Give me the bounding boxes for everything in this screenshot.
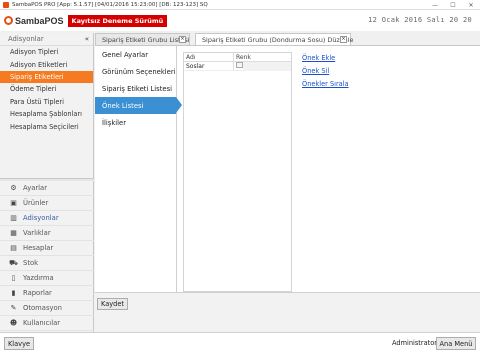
app-icon bbox=[3, 1, 9, 8]
close-window-button[interactable]: ✕ bbox=[462, 0, 480, 10]
subnav-siparis-etiketi-listesi[interactable]: Sipariş Etiketi Listesi bbox=[95, 80, 176, 97]
add-prefix-link[interactable]: Önek Ekle bbox=[302, 54, 349, 62]
cell-name[interactable]: Soslar bbox=[184, 62, 234, 70]
user-icon: ☻ bbox=[9, 319, 18, 327]
column-header-renk[interactable]: Renk bbox=[234, 53, 251, 61]
tab-label: Sipariş Etiketi Grubu (Dondurma Sosu) Dü… bbox=[202, 35, 354, 44]
nav-item-kullanicilar[interactable]: ☻ Kullanıcılar bbox=[0, 316, 94, 331]
nav-label: Stok bbox=[23, 259, 39, 267]
sambapos-logo: SambaPOS bbox=[4, 16, 64, 26]
sidebar-item-hesaplama-sablonlari[interactable]: Hesaplama Şablonları bbox=[0, 108, 93, 120]
color-swatch[interactable] bbox=[236, 62, 243, 68]
sidebar-item-para-ustu-tipleri[interactable]: Para Üstü Tipleri bbox=[0, 96, 93, 108]
document-tabs: Sipariş Etiketi Grubu Listesi × Sipariş … bbox=[95, 33, 480, 45]
current-user: Administrator bbox=[392, 339, 437, 347]
nav-item-adisyonlar[interactable]: ▥ Adisyonlar bbox=[0, 211, 94, 226]
subnav-iliskiler[interactable]: İlişkiler bbox=[95, 114, 176, 131]
nav-item-ayarlar[interactable]: ⚙ Ayarlar bbox=[0, 181, 94, 196]
tab-siparis-etiketi-grubu-duzenle[interactable]: Sipariş Etiketi Grubu (Dondurma Sosu) Dü… bbox=[195, 33, 354, 45]
truck-icon: ⛟ bbox=[9, 258, 18, 267]
books-icon: ▥ bbox=[10, 214, 17, 222]
nav-label: Yazdırma bbox=[23, 274, 54, 282]
nav-item-raporlar[interactable]: ▮ Raporlar bbox=[0, 286, 94, 301]
column-header-adi[interactable]: Adı bbox=[184, 53, 234, 61]
clock: 12 Ocak 2016 Salı 20 20 bbox=[368, 16, 472, 24]
sidebar-item-adisyon-etiketleri[interactable]: Adisyon Etiketleri bbox=[0, 58, 93, 70]
nav-item-stok[interactable]: ⛟ Stok bbox=[0, 256, 94, 271]
tab-siparis-etiketi-grubu-listesi[interactable]: Sipariş Etiketi Grubu Listesi × bbox=[95, 33, 190, 45]
nav-label: Adisyonlar bbox=[23, 214, 59, 222]
prefix-actions: Önek Ekle Önek Sil Önekler Sırala bbox=[302, 54, 349, 93]
subnav-onek-listesi[interactable]: Önek Listesi bbox=[95, 97, 182, 114]
close-icon[interactable]: × bbox=[340, 36, 347, 43]
sidebar-item-adisyon-tipleri[interactable]: Adisyon Tipleri bbox=[0, 46, 93, 58]
sidebar: Adisyonlar « Adisyon Tipleri Adisyon Eti… bbox=[0, 33, 94, 332]
cube-icon: ▣ bbox=[10, 199, 17, 207]
window-title: SambaPOS PRO [App: 5.1.57] [04/01/2016 1… bbox=[12, 1, 208, 8]
nav-label: Hesaplar bbox=[23, 244, 54, 252]
subnav-genel-ayarlar[interactable]: Genel Ayarlar bbox=[95, 46, 176, 63]
calculator-icon: ▤ bbox=[10, 244, 17, 252]
bar-chart-icon: ▮ bbox=[11, 289, 16, 297]
save-button[interactable]: Kaydet bbox=[97, 298, 128, 310]
nav-item-urunler[interactable]: ▣ Ürünler bbox=[0, 196, 94, 211]
grid-header: Adı Renk bbox=[184, 53, 291, 62]
editor-panel: Genel Ayarlar Görünüm Seçenekleri Sipari… bbox=[95, 45, 480, 333]
document-icon: ▯ bbox=[11, 274, 16, 282]
delete-prefix-link[interactable]: Önek Sil bbox=[302, 67, 349, 75]
nav-item-yazdirma[interactable]: ▯ Yazdırma bbox=[0, 271, 94, 286]
main-menu-button[interactable]: Ana Menü bbox=[436, 337, 476, 350]
module-nav: ⚙ Ayarlar ▣ Ürünler ▥ Adisyonlar ▦ Varlıklar… bbox=[0, 181, 94, 331]
sidebar-item-siparis-etiketleri[interactable]: Sipariş Etiketleri bbox=[0, 70, 93, 84]
nav-item-hesaplar[interactable]: ▤ Hesaplar bbox=[0, 241, 94, 256]
window-controls: — ☐ ✕ bbox=[426, 0, 480, 10]
sidebar-header: Adisyonlar « bbox=[0, 33, 93, 46]
logo-mark-icon bbox=[4, 16, 13, 25]
wrench-icon: ✎ bbox=[10, 304, 17, 312]
editor-subnav: Genel Ayarlar Görünüm Seçenekleri Sipari… bbox=[95, 46, 182, 292]
nav-label: Ayarlar bbox=[23, 184, 48, 192]
tab-label: Sipariş Etiketi Grubu Listesi bbox=[102, 35, 190, 44]
nav-item-varliklar[interactable]: ▦ Varlıklar bbox=[0, 226, 94, 241]
maximize-button[interactable]: ☐ bbox=[444, 0, 462, 10]
sort-prefixes-link[interactable]: Önekler Sırala bbox=[302, 80, 349, 88]
nav-label: Otomasyon bbox=[23, 304, 62, 312]
trial-badge: Kayıtsız Deneme Sürümü bbox=[67, 14, 168, 27]
table-row[interactable]: Soslar bbox=[184, 62, 291, 71]
logo-text: SambaPOS bbox=[15, 15, 64, 26]
sidebar-item-hesaplama-secicileri[interactable]: Hesaplama Seçicileri bbox=[0, 120, 93, 132]
app-header: SambaPOS Kayıtsız Deneme Sürümü 12 Ocak … bbox=[0, 10, 480, 31]
subnav-gorunum-secenekleri[interactable]: Görünüm Seçenekleri bbox=[95, 63, 176, 80]
gear-icon: ⚙ bbox=[10, 184, 17, 192]
nav-label: Ürünler bbox=[23, 199, 49, 207]
sidebar-item-odeme-tipleri[interactable]: Ödeme Tipleri bbox=[0, 83, 93, 95]
minimize-button[interactable]: — bbox=[426, 0, 444, 10]
table-icon: ▦ bbox=[10, 229, 17, 237]
window-titlebar: SambaPOS PRO [App: 5.1.57] [04/01/2016 1… bbox=[0, 0, 480, 10]
cell-color[interactable] bbox=[243, 62, 291, 71]
save-bar: Kaydet bbox=[95, 292, 480, 333]
nav-label: Varlıklar bbox=[23, 229, 51, 237]
nav-label: Kullanıcılar bbox=[23, 319, 61, 327]
keyboard-button[interactable]: Klavye bbox=[4, 337, 34, 350]
nav-label: Raporlar bbox=[23, 289, 52, 297]
status-bar: Klavye Administrator Ana Menü bbox=[0, 332, 480, 354]
close-icon[interactable]: × bbox=[179, 36, 186, 43]
sidebar-section-title: Adisyonlar bbox=[8, 35, 44, 43]
prefix-grid[interactable]: Adı Renk Soslar bbox=[183, 52, 292, 292]
collapse-chevron-icon[interactable]: « bbox=[85, 35, 89, 43]
nav-item-otomasyon[interactable]: ✎ Otomasyon bbox=[0, 301, 94, 316]
